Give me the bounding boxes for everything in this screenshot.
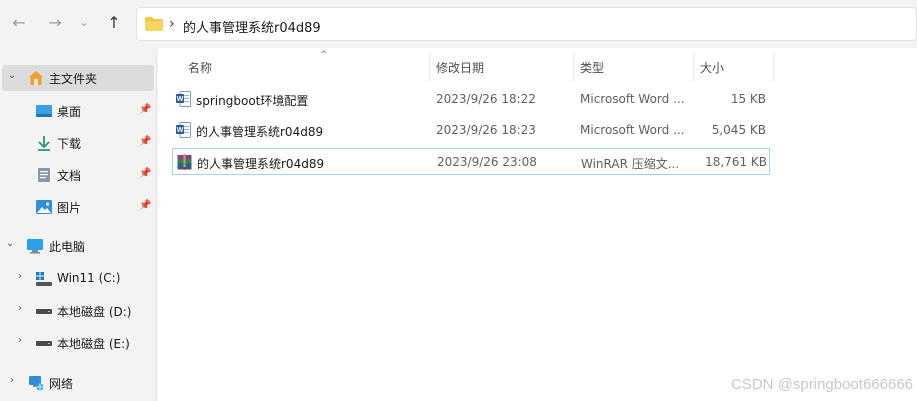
sidebar-item-this-pc[interactable]: ⌄ 此电脑 (0, 233, 157, 259)
chevron-right-icon[interactable]: › (14, 335, 26, 346)
pin-icon: 📌 (139, 104, 152, 115)
sidebar-item-label: 桌面 (57, 105, 82, 119)
watermark: CSDN @springboot666666 (731, 376, 913, 393)
back-button[interactable]: ← (8, 12, 30, 34)
svg-text:W: W (177, 96, 184, 103)
file-type: WinRAR 压缩文... (581, 157, 680, 171)
picture-icon (36, 200, 52, 214)
sort-ascending-icon: ^ (320, 50, 328, 60)
chevron-right-icon[interactable]: › (6, 375, 18, 386)
column-header-label: 修改日期 (436, 61, 485, 75)
sidebar-item-label: 图片 (57, 201, 82, 215)
file-name: 的人事管理系统r04d89 (197, 157, 325, 171)
file-date: 2023/9/26 18:23 (436, 123, 536, 137)
sidebar-item-label: Win11 (C:) (57, 271, 121, 285)
column-header-size[interactable]: 大小 (694, 52, 774, 82)
word-document-icon: W (176, 122, 191, 138)
sidebar-item-label: 文档 (57, 169, 82, 183)
svg-text:W: W (177, 127, 184, 134)
winrar-archive-icon (177, 154, 192, 170)
file-date: 2023/9/26 18:22 (436, 92, 536, 106)
download-icon (38, 136, 50, 151)
pin-icon: 📌 (139, 200, 152, 211)
file-size: 5,045 KB (711, 123, 766, 137)
file-type: Microsoft Word ... (580, 123, 685, 137)
file-row[interactable]: W springboot环境配置 2023/9/26 18:22 Microso… (172, 86, 770, 113)
sidebar-item-label: 此电脑 (49, 240, 86, 254)
column-header-type[interactable]: 类型 (574, 52, 694, 82)
drive-icon (36, 309, 52, 314)
sidebar-item-home[interactable]: ⌄ 主文件夹 (2, 65, 154, 91)
sidebar-item-desktop[interactable]: 桌面 📌 (0, 98, 157, 124)
column-header-name[interactable]: ^ 名称 (178, 50, 430, 82)
file-list: ^ 名称 修改日期 类型 大小 W springboot环境配置 2023/9/… (158, 48, 917, 401)
forward-button[interactable]: → (44, 12, 66, 34)
desktop-icon (36, 105, 52, 117)
breadcrumb-separator: › (169, 16, 175, 32)
pin-icon: 📌 (139, 168, 152, 179)
file-row[interactable]: W 的人事管理系统r04d89 2023/9/26 18:23 Microsof… (172, 117, 770, 144)
folder-icon (145, 17, 163, 31)
file-date: 2023/9/26 23:08 (437, 155, 537, 169)
sidebar-item-documents[interactable]: 文档 📌 (0, 162, 157, 188)
file-size: 18,761 KB (705, 155, 767, 169)
chevron-right-icon[interactable]: › (14, 303, 26, 314)
arrow-left-icon: ← (12, 13, 26, 32)
column-header-label: 大小 (700, 61, 725, 75)
sidebar-item-label: 网络 (49, 377, 74, 391)
chevron-down-icon[interactable]: ⌄ (6, 70, 18, 81)
sidebar-item-drive-e[interactable]: › 本地磁盘 (E:) (0, 330, 157, 356)
document-icon (38, 168, 50, 182)
chevron-down-icon[interactable]: ⌄ (4, 238, 16, 249)
file-type: Microsoft Word ... (580, 92, 685, 106)
home-icon (29, 71, 43, 85)
recent-locations-button[interactable]: ⌄ (73, 12, 95, 34)
column-header-label: 名称 (188, 61, 213, 75)
chevron-right-icon[interactable]: › (14, 271, 26, 282)
breadcrumb-current-folder[interactable]: 的人事管理系统r04d89 (183, 17, 321, 36)
file-name: 的人事管理系统r04d89 (196, 125, 324, 139)
navigation-bar: ← → ⌄ ↑ › 的人事管理系统r04d89 (0, 0, 917, 48)
arrow-right-icon: → (48, 13, 62, 32)
file-row-selected[interactable]: 的人事管理系统r04d89 2023/9/26 23:08 WinRAR 压缩文… (172, 148, 770, 175)
computer-icon (27, 239, 43, 254)
file-size: 15 KB (730, 92, 766, 106)
sidebar-item-label: 主文件夹 (49, 72, 98, 86)
network-icon (29, 376, 44, 391)
sidebar-item-downloads[interactable]: 下载 📌 (0, 130, 157, 156)
address-bar[interactable]: › 的人事管理系统r04d89 (136, 7, 917, 41)
navigation-pane: ⌄ 主文件夹 桌面 📌 下载 📌 文档 📌 图片 📌 ⌄ 此电脑 › Win11… (0, 52, 157, 401)
sidebar-item-label: 本地磁盘 (E:) (57, 337, 130, 351)
windows-drive-icon (36, 272, 52, 286)
drive-icon (36, 341, 52, 346)
file-name: springboot环境配置 (196, 94, 309, 108)
sidebar-item-label: 本地磁盘 (D:) (57, 305, 132, 319)
word-document-icon: W (176, 91, 191, 107)
sidebar-item-label: 下载 (57, 137, 82, 151)
sidebar-item-pictures[interactable]: 图片 📌 (0, 194, 157, 220)
sidebar-item-drive-d[interactable]: › 本地磁盘 (D:) (0, 298, 157, 324)
arrow-up-icon: ↑ (107, 13, 121, 32)
up-button[interactable]: ↑ (103, 12, 125, 34)
chevron-down-icon: ⌄ (79, 16, 89, 29)
column-header-date[interactable]: 修改日期 (430, 52, 574, 82)
column-header-label: 类型 (580, 61, 605, 75)
sidebar-item-network[interactable]: › 网络 (0, 370, 157, 396)
pin-icon: 📌 (139, 136, 152, 147)
sidebar-item-drive-c[interactable]: › Win11 (C:) (0, 266, 157, 292)
